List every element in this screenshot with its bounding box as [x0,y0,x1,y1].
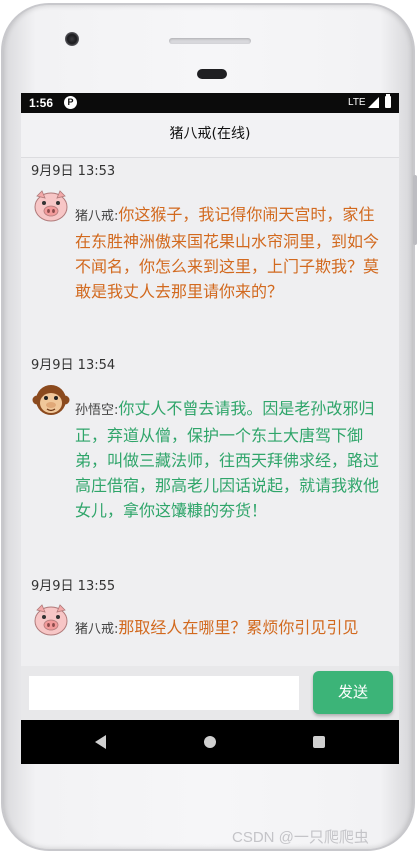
message-text: 你丈人不曾去请我。因是老孙改邪归正，弃道从僧，保护一个东土大唐驾下御弟，叫做三藏… [75,399,380,520]
message-input[interactable] [29,676,299,710]
navigation-bar [21,720,399,764]
app-notification-icon: P [64,96,77,109]
power-button [413,175,417,245]
chat-list[interactable]: 9月9日 13:53 猪八戒:你这猴子，我记得你闹天宫时，家住在东胜神洲傲来国花… [21,158,399,666]
pig-avatar-icon [34,190,68,222]
chat-title: 猪八戒(在线) [169,126,251,142]
message-body: 猪八戒:你这猴子，我记得你闹天宫时，家住在东胜神洲傲来国花果山水帘洞里，到如今不… [75,202,387,304]
sender-name: 孙悟空: [75,403,119,418]
pig-avatar-icon [34,604,68,636]
phone-frame: 1:56 P LTE 猪八戒(在线) 9月9日 13:53 猪八戒:你这猴子，我… [1,3,417,851]
status-time: 1:56 [29,96,54,110]
front-camera [65,32,79,46]
message-body: 孙悟空:你丈人不曾去请我。因是老孙改邪归正，弃道从僧，保护一个东土大唐驾下御弟，… [75,396,387,523]
message-time: 9月9日 13:54 [31,358,116,373]
sender-name: 猪八戒: [75,622,119,637]
signal-icon [368,97,379,108]
earpiece-speaker [169,38,251,44]
monkey-avatar-icon [32,385,70,415]
app-bar: 猪八戒(在线) [21,113,399,158]
recents-icon[interactable] [313,736,325,748]
message-time: 9月9日 13:53 [31,164,116,179]
status-bar: 1:56 P LTE [21,93,399,113]
watermark: CSDN @一只爬爬虫 [232,829,369,846]
sender-name: 猪八戒: [75,209,119,224]
message-input-bar: 发送 [21,666,399,721]
message-body: 猪八戒:那取经人在哪里？累烦你引见引见 [75,615,387,642]
battery-icon [385,94,391,108]
back-icon[interactable] [95,735,106,749]
message-text: 你这猴子，我记得你闹天宫时，家住在东胜神洲傲来国花果山水帘洞里，到如今不闻名，你… [75,205,380,301]
home-icon[interactable] [204,736,216,748]
network-type: LTE [348,97,366,108]
send-button[interactable]: 发送 [313,671,393,714]
message-time: 9月9日 13:55 [31,579,116,594]
message-text: 那取经人在哪里？累烦你引见引见 [118,618,359,637]
proximity-sensor [197,69,227,79]
screen: 1:56 P LTE 猪八戒(在线) 9月9日 13:53 猪八戒:你这猴子，我… [21,93,399,764]
